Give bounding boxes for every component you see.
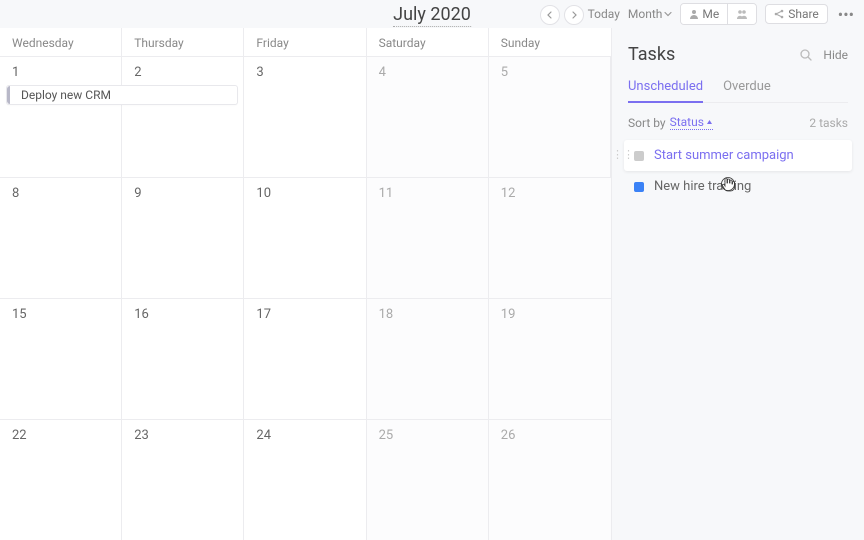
calendar-cell[interactable]: 8 (0, 178, 122, 298)
calendar-cell[interactable]: 23 (122, 420, 244, 540)
day-header: Thursday (122, 28, 244, 56)
calendar-cell[interactable]: 19 (489, 299, 611, 419)
calendar-cell[interactable]: 26 (489, 420, 611, 540)
calendar-cell[interactable]: 12 (489, 178, 611, 298)
person-icon (689, 9, 699, 19)
calendar-cell[interactable]: 2 (122, 57, 244, 177)
people-icon (736, 9, 748, 19)
tasks-panel: Tasks Hide Unscheduled Overdue Sort by St… (612, 28, 864, 540)
hide-button[interactable]: Hide (823, 48, 848, 62)
search-icon[interactable] (799, 48, 813, 62)
calendar-cell[interactable]: 16 (122, 299, 244, 419)
chevron-down-icon (664, 10, 672, 18)
task-item[interactable]: ⋮⋮Start summer campaign (624, 140, 852, 171)
calendar-cell[interactable]: 24 (244, 420, 366, 540)
share-label: Share (788, 7, 819, 21)
drag-handle-icon[interactable]: ⋮⋮ (612, 148, 634, 161)
task-item[interactable]: ⋮⋮New hire training (628, 171, 848, 202)
task-count: 2 tasks (809, 116, 848, 130)
today-button[interactable]: Today (588, 7, 620, 21)
calendar-event[interactable]: Deploy new CRM (6, 85, 238, 105)
sort-value: Status (670, 115, 704, 129)
share-button[interactable]: Share (765, 4, 828, 24)
tab-unscheduled[interactable]: Unscheduled (628, 79, 703, 102)
sort-selector[interactable]: Status (670, 115, 713, 130)
people-filter[interactable]: Me (680, 3, 757, 25)
status-box[interactable] (634, 151, 644, 161)
me-label: Me (702, 7, 719, 21)
calendar-cell[interactable]: 10 (244, 178, 366, 298)
calendar-cell[interactable]: 3 (244, 57, 366, 177)
next-button[interactable] (564, 5, 584, 25)
people-button[interactable] (727, 4, 756, 24)
page-title[interactable]: July 2020 (393, 4, 471, 27)
task-name: New hire training (654, 179, 751, 194)
calendar-cell[interactable]: 11 (367, 178, 489, 298)
calendar-cell[interactable]: 5 (489, 57, 611, 177)
sort-prefix: Sort by (628, 116, 666, 130)
calendar-cell[interactable]: 15 (0, 299, 122, 419)
event-label: Deploy new CRM (21, 88, 111, 102)
calendar-cell[interactable]: 18 (367, 299, 489, 419)
status-box[interactable] (634, 182, 644, 192)
day-header: Sunday (489, 28, 611, 56)
task-name: Start summer campaign (654, 148, 794, 163)
calendar-grid: WednesdayThursdayFridaySaturdaySunday 12… (0, 28, 612, 540)
tab-overdue[interactable]: Overdue (723, 79, 771, 102)
view-selector[interactable]: Month (628, 7, 672, 21)
share-icon (774, 9, 784, 19)
calendar-cell[interactable]: 17 (244, 299, 366, 419)
more-menu-button[interactable]: ••• (836, 5, 856, 24)
me-button[interactable]: Me (681, 4, 727, 24)
calendar-cell[interactable]: 9 (122, 178, 244, 298)
calendar-cell[interactable]: 22 (0, 420, 122, 540)
calendar-cell[interactable]: 1 (0, 57, 122, 177)
day-header: Wednesday (0, 28, 122, 56)
day-header: Saturday (367, 28, 489, 56)
calendar-cell[interactable]: 25 (367, 420, 489, 540)
tasks-title: Tasks (628, 44, 675, 65)
calendar-cell[interactable]: 4 (367, 57, 489, 177)
view-label: Month (628, 7, 662, 21)
day-header: Friday (244, 28, 366, 56)
caret-up-icon (706, 119, 713, 125)
prev-button[interactable] (540, 5, 560, 25)
